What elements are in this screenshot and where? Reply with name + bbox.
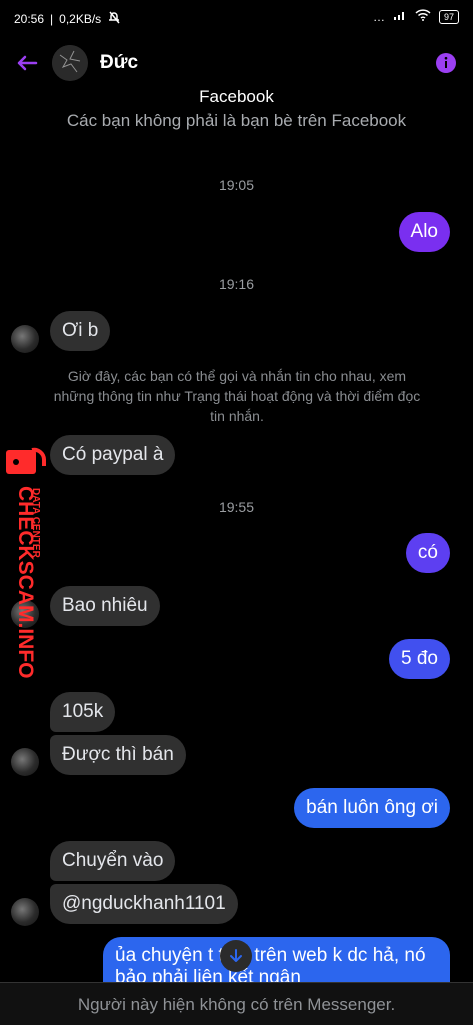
watermark-subtext: DATA CENTER [30,488,41,558]
timestamp: 19:16 [218,276,255,292]
status-right: … 97 [373,9,459,24]
contact-avatar[interactable] [52,45,88,81]
wifi-icon [415,9,431,24]
network-speed: 0,2KB/s [59,11,102,26]
unavailable-bar: Người này hiện không có trên Messenger. [0,982,473,1025]
profile-info: Facebook Các bạn không phải là bạn bè tr… [0,86,473,131]
arrow-down-icon [230,949,242,962]
sender-avatar[interactable] [11,325,39,353]
message-bubble[interactable]: Chuyển vào [50,841,176,881]
message-bubble[interactable]: 105k [50,692,116,732]
message-bubble[interactable]: có [405,533,450,573]
chat-header: Đức [0,34,473,92]
message-bubble[interactable]: 5 đo [389,639,450,679]
message-bubble[interactable]: Ơi b [50,311,111,351]
message-bubble[interactable]: Bao nhiêu [50,586,160,626]
status-time: 20:56 [14,11,45,26]
contact-name[interactable]: Đức [100,52,138,74]
message-bubble[interactable]: Alo [398,212,450,252]
status-left: 20:56 | 0,2KB/s [14,10,121,27]
profile-source: Facebook [199,87,274,106]
timestamp: 19:05 [218,177,255,193]
message-bubble[interactable]: Có paypal à [50,435,176,475]
scroll-to-bottom-button[interactable] [220,940,252,972]
sender-avatar[interactable] [11,898,39,926]
mute-icon [107,10,121,27]
connection-notice: Giờ đây, các bạn có thể gọi và nhắn tin … [53,368,421,424]
message-bubble[interactable]: ủa chuyện t tiếp trên web k dc hả, nó bả… [103,937,450,985]
info-icon[interactable] [435,52,457,74]
timestamp: 19:55 [218,499,255,515]
watermark: CHECKSCAM.INFO DATA CENTER [0,438,62,679]
status-bar: 20:56 | 0,2KB/s … 97 [0,0,473,34]
profile-relation: Các bạn không phải là bạn bè trên Facebo… [66,111,407,130]
message-bubble[interactable]: Được thì bán [50,735,186,775]
lock-icon [2,438,46,482]
status-separator: | [50,11,54,26]
message-bubble[interactable]: bán luôn ông ơi [294,788,450,828]
sender-avatar[interactable] [11,748,39,776]
signal-icon [393,9,407,24]
battery-icon: 97 [438,9,459,24]
message-bubble[interactable]: @ngduckhanh1101 [50,884,238,924]
back-arrow-icon[interactable] [14,50,40,76]
unavailable-text: Người này hiện không có trên Messenger. [77,995,396,1014]
more-dots-icon: … [372,9,385,24]
